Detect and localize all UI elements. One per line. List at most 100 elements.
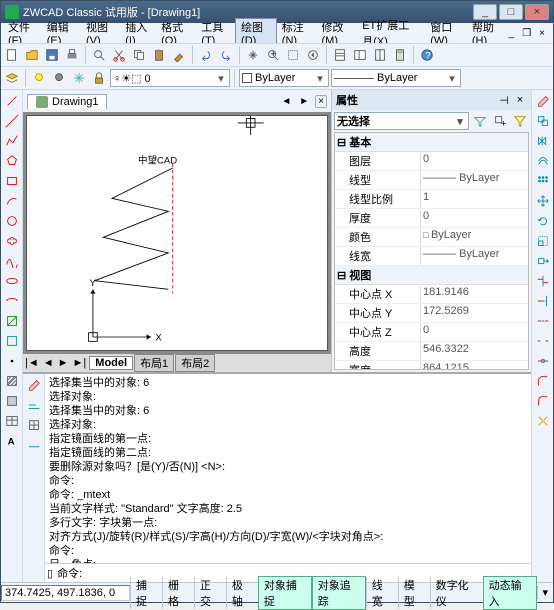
command-handle-icon[interactable]: ▯ [47,567,53,580]
design-center-icon[interactable] [351,46,369,64]
mtext-icon[interactable]: A [3,432,21,450]
redo-icon[interactable] [217,46,235,64]
doc-tab-drawing1[interactable]: Drawing1 [27,94,107,109]
layer-manager-icon[interactable] [3,69,21,87]
selection-combo[interactable]: 无选择 ▾ [334,112,469,130]
property-row[interactable]: 线型ByLayer [335,171,528,190]
property-value[interactable]: 546.3322 [420,342,528,360]
polygon-icon[interactable] [3,152,21,170]
quick-select-icon[interactable] [471,112,489,130]
erase-icon[interactable] [534,92,552,110]
pick-add-icon[interactable]: + [491,112,509,130]
property-group[interactable]: 基本 [335,133,528,152]
array-icon[interactable] [534,172,552,190]
point-icon[interactable] [3,352,21,370]
copy-icon[interactable] [130,46,148,64]
trim-icon[interactable] [534,272,552,290]
paste-icon[interactable] [150,46,168,64]
copy-object-icon[interactable] [534,112,552,130]
break-at-point-icon[interactable] [534,312,552,330]
filter-icon[interactable] [511,112,529,130]
polyline-icon[interactable] [3,132,21,150]
tab-last-icon[interactable]: ►| [71,357,89,369]
tab-next-icon[interactable]: ► [56,357,71,369]
color-combo[interactable]: ByLayer ▾ [239,69,329,87]
zoom-realtime-icon[interactable]: + [264,46,282,64]
mdi-close[interactable]: × [537,28,547,39]
fillet-icon[interactable] [534,392,552,410]
help-icon[interactable]: ? [418,46,436,64]
chevron-down-icon[interactable]: ▾ [314,72,326,85]
tab-first-icon[interactable]: |◄ [23,357,41,369]
lightbulb-on-icon[interactable] [30,69,48,87]
property-value[interactable]: 0 [420,323,528,341]
property-row[interactable]: 厚度0 [335,209,528,228]
coord-display[interactable]: 374.7425, 497.1836, 0 [1,585,130,601]
cut-icon[interactable] [110,46,128,64]
tool-palettes-icon[interactable] [371,46,389,64]
line-icon[interactable] [3,92,21,110]
pin-icon[interactable]: ⊣ [497,94,511,107]
linetype-combo[interactable]: ByLayer ▾ [331,69,461,87]
status-toggle-对象捕捉[interactable]: 对象捕捉 [258,576,312,610]
property-group[interactable]: 视图 [335,266,528,285]
property-row[interactable]: 线型比例1 [335,190,528,209]
revcloud-icon[interactable] [3,232,21,250]
calc-icon[interactable] [391,46,409,64]
insert-block-icon[interactable] [3,312,21,330]
pan-icon[interactable] [244,46,262,64]
rectangle-icon[interactable] [3,172,21,190]
close-button[interactable]: × [525,4,549,20]
property-row[interactable]: 线宽ByLayer [335,247,528,266]
command-window[interactable]: 选择集当中的对象: 6选择对象:选择集当中的对象: 6选择对象:指定镜面线的第一… [45,374,531,582]
xline-icon[interactable] [3,112,21,130]
print-preview-icon[interactable] [90,46,108,64]
undo-icon[interactable] [197,46,215,64]
chevron-down-icon[interactable]: ▾ [446,72,458,85]
status-toggle-极轴[interactable]: 极轴 [226,577,258,609]
match-properties-icon[interactable] [170,46,188,64]
panel-close-icon[interactable]: × [513,94,527,106]
property-value[interactable]: 1 [420,190,528,208]
status-toggle-对象追踪[interactable]: 对象追踪 [312,576,366,610]
erase-icon[interactable] [25,376,43,394]
new-icon[interactable] [3,46,21,64]
break-icon[interactable] [534,332,552,350]
explode-icon[interactable] [534,412,552,430]
status-toggle-线宽[interactable]: 线宽 [366,577,398,609]
layer-combo[interactable]: ♀☀⬚ 0 ▾ [110,69,230,87]
property-value[interactable]: 181.9146 [420,285,528,303]
zoom-previous-icon[interactable] [304,46,322,64]
status-toggle-栅格[interactable]: 栅格 [162,577,194,609]
property-row[interactable]: 宽度864.1215 [335,361,528,370]
ellipse-icon[interactable] [3,272,21,290]
baseline-dim-icon[interactable] [25,396,43,414]
tab-prev-icon[interactable]: ◄ [279,96,293,107]
property-row[interactable]: 中心点 X181.9146 [335,285,528,304]
property-value[interactable]: ByLayer [420,171,528,189]
circle-icon[interactable] [3,212,21,230]
tab-layout1[interactable]: 布局1 [134,354,174,372]
properties-palette-icon[interactable] [331,46,349,64]
mirror-icon[interactable] [534,132,552,150]
rotate-icon[interactable] [534,212,552,230]
property-value[interactable]: ByLayer [420,247,528,265]
print-icon[interactable] [63,46,81,64]
property-row[interactable]: 颜色ByLayer [335,228,528,247]
move-icon[interactable] [534,192,552,210]
tab-model[interactable]: Model [89,356,133,370]
properties-grid[interactable]: 基本图层0线型ByLayer线型比例1厚度0颜色ByLayer线宽ByLayer… [334,132,529,370]
property-value[interactable]: 0 [420,209,528,227]
minimize-button[interactable]: _ [473,4,497,20]
arc-icon[interactable] [3,192,21,210]
status-toggle-正交[interactable]: 正交 [194,577,226,609]
tab-prev-icon[interactable]: ◄ [41,357,56,369]
lightbulb-off-icon[interactable] [50,69,68,87]
dim-continue-icon[interactable] [25,436,43,454]
property-value[interactable]: 0 [420,152,528,170]
chevron-down-icon[interactable]: ▾ [454,115,466,128]
extend-icon[interactable] [534,292,552,310]
status-toggle-动态输入[interactable]: 动态输入 [483,576,537,610]
tab-layout2[interactable]: 布局2 [175,354,215,372]
mdi-minimize[interactable]: _ [507,28,517,39]
